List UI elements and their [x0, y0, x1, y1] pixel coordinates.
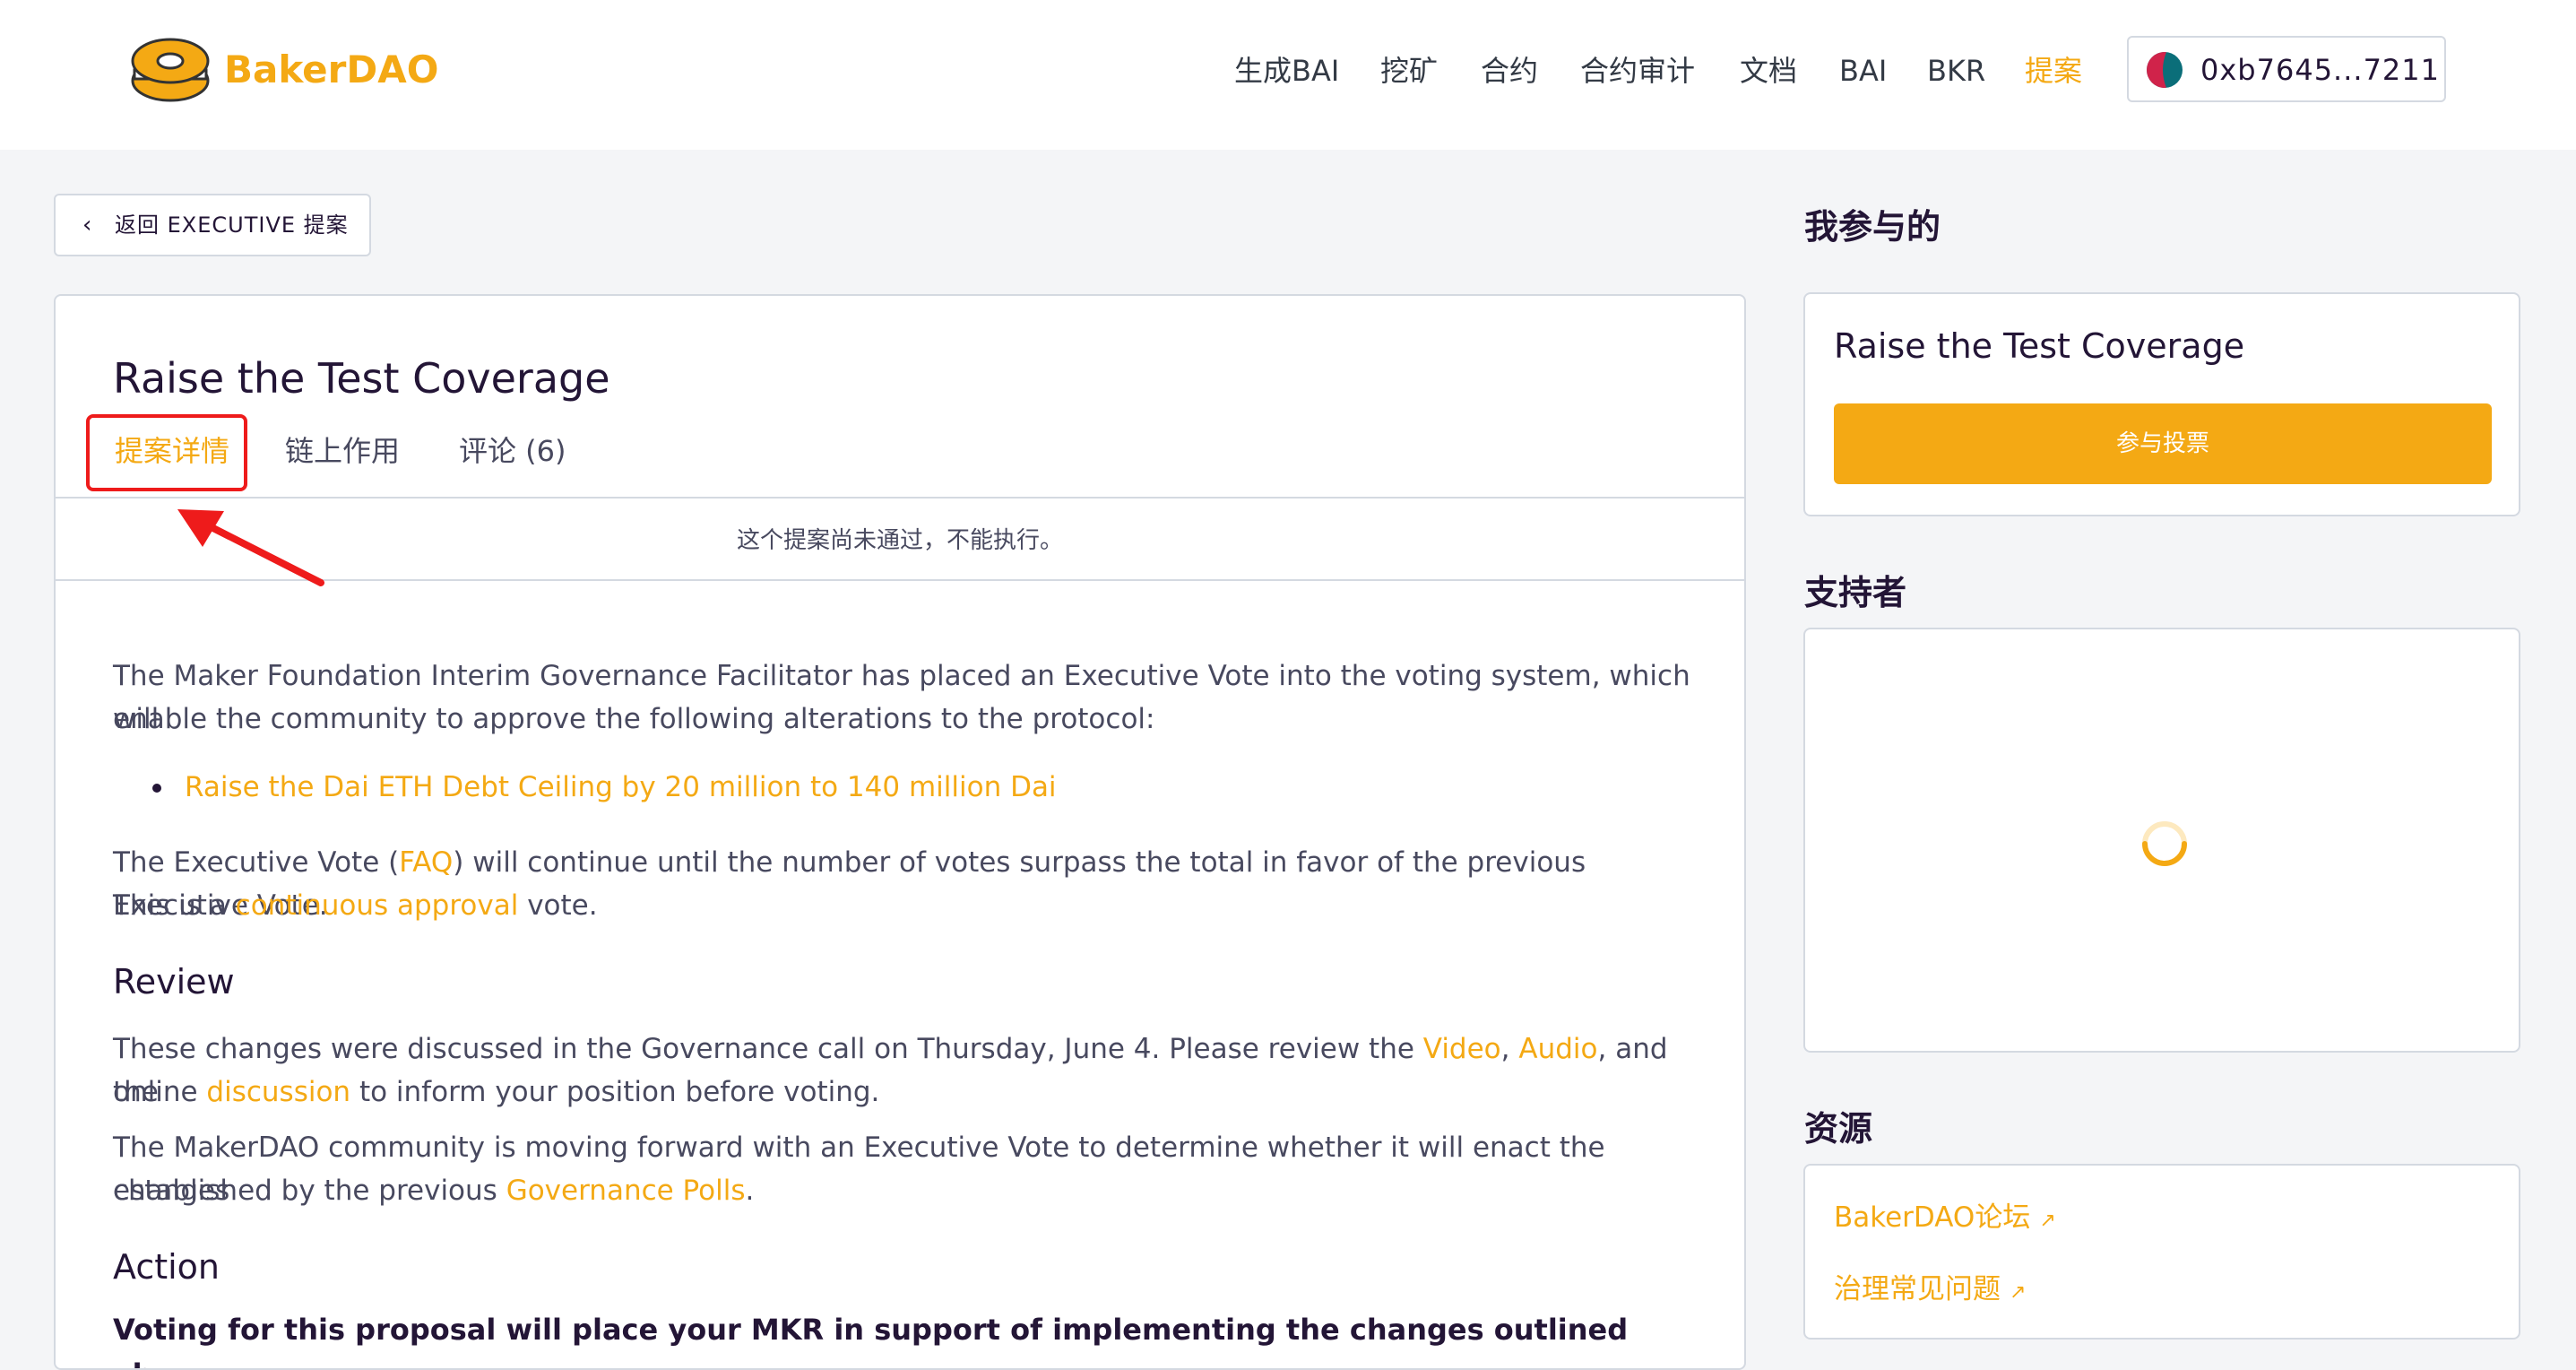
external-link-arrow-icon: ↗ — [2039, 1210, 2056, 1232]
active-tab-highlight-box — [86, 414, 247, 491]
faq-link[interactable]: FAQ — [399, 846, 453, 879]
video-link[interactable]: Video — [1423, 1033, 1501, 1065]
tab-comments[interactable]: 评论 (6) — [459, 429, 566, 473]
governance-faq-link[interactable]: 治理常见问题 ↗ — [1834, 1268, 2026, 1314]
nav-item-contracts[interactable]: 合约 — [1481, 48, 1538, 93]
nav-item-contract-audit[interactable]: 合约审计 — [1580, 48, 1695, 93]
proposal-title: Raise the Test Coverage — [113, 354, 610, 403]
bullet-dot — [152, 784, 161, 793]
nav-item-proposals[interactable]: 提案 — [2025, 48, 2082, 93]
back-button-label: 返回 EXECUTIVE 提案 — [115, 212, 349, 238]
forum-link[interactable]: BakerDAO论坛 ↗ — [1834, 1196, 2056, 1243]
review-paragraph-line-2: online discussion to inform your positio… — [113, 1076, 880, 1108]
back-to-executive-proposals-button[interactable]: ‹ 返回 EXECUTIVE 提案 — [54, 194, 371, 256]
review-heading: Review — [113, 962, 235, 1001]
chevron-left-icon: ‹ — [82, 212, 92, 238]
participating-card: Raise the Test Coverage 参与投票 — [1803, 292, 2520, 516]
resources-card: BakerDAO论坛 ↗ 治理常见问题 ↗ — [1803, 1164, 2520, 1340]
executive-vote-paragraph-line-2: This is a continuous approval vote. — [113, 889, 598, 922]
discussion-link[interactable]: discussion — [206, 1076, 350, 1108]
proposal-card: Raise the Test Coverage 提案详情 链上作用 评论 (6)… — [54, 294, 1746, 1370]
tab-on-chain-effects[interactable]: 链上作用 — [285, 429, 400, 473]
top-header: BakerDAO 生成BAI 挖矿 合约 合约审计 文档 BAI BKR 提案 … — [0, 0, 2576, 150]
participating-heading: 我参与的 — [1804, 207, 1941, 247]
action-text: Voting for this proposal will place your… — [113, 1313, 1629, 1368]
supporters-card — [1803, 628, 2520, 1053]
debt-ceiling-link[interactable]: Raise the Dai ETH Debt Ceiling by 20 mil… — [185, 766, 1057, 809]
governance-polls-link[interactable]: Governance Polls — [506, 1175, 746, 1207]
audio-link[interactable]: Audio — [1518, 1033, 1597, 1065]
external-link-arrow-icon: ↗ — [2010, 1281, 2027, 1304]
nav-item-bkr[interactable]: BKR — [1927, 48, 1985, 93]
intro-line-2: enable the community to approve the foll… — [113, 703, 1155, 735]
action-heading: Action — [113, 1247, 220, 1287]
nav-item-bai[interactable]: BAI — [1839, 48, 1887, 93]
loading-spinner-icon — [2142, 821, 2187, 866]
nav-item-mining[interactable]: 挖矿 — [1380, 48, 1438, 93]
nav-item-docs[interactable]: 文档 — [1740, 48, 1797, 93]
wallet-address: 0xb7645...7211 — [2200, 53, 2440, 87]
continuous-approval-link[interactable]: continuous approval — [236, 889, 519, 922]
supporters-heading: 支持者 — [1804, 573, 1907, 612]
wallet-button[interactable]: 0xb7645...7211 — [2127, 36, 2446, 102]
nav-item-generate-bai[interactable]: 生成BAI — [1234, 48, 1339, 93]
community-paragraph-line-2: established by the previous Governance P… — [113, 1175, 755, 1207]
tabs-divider — [56, 497, 1744, 499]
red-annotation-arrow-icon — [177, 509, 324, 586]
wallet-avatar-icon — [2147, 52, 2183, 88]
resources-heading: 资源 — [1804, 1109, 1873, 1149]
brand-name[interactable]: BakerDAO — [224, 43, 438, 97]
participating-proposal-title: Raise the Test Coverage — [1834, 326, 2245, 366]
vote-button[interactable]: 参与投票 — [1834, 403, 2492, 484]
bagel-logo-icon[interactable] — [129, 34, 212, 104]
